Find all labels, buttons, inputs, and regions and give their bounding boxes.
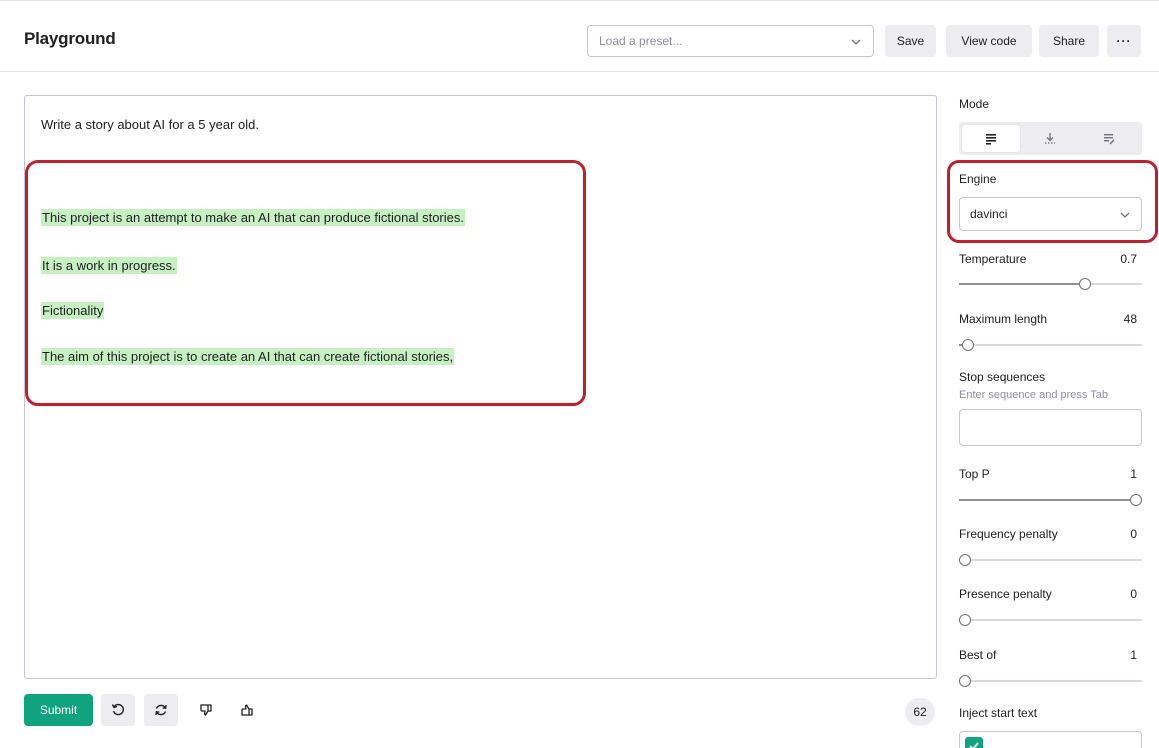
temperature-value: 0.7 — [1120, 252, 1137, 266]
slider-knob[interactable] — [959, 554, 971, 566]
max-length-label: Maximum length — [959, 312, 1048, 326]
top-p-label: Top P — [959, 467, 990, 481]
complete-mode-icon — [986, 133, 996, 145]
submit-button[interactable]: Submit — [24, 694, 93, 726]
checkmark-icon — [969, 742, 979, 748]
inject-start-text-label: Inject start text — [959, 706, 1038, 720]
slider-knob[interactable] — [959, 614, 971, 626]
temperature-label: Temperature — [959, 252, 1027, 266]
insert-mode-icon — [1045, 132, 1055, 144]
temperature-slider[interactable] — [959, 278, 1142, 290]
frequency-penalty-value: 0 — [1130, 527, 1137, 541]
engine-select[interactable]: davinci — [959, 197, 1142, 231]
top-p-value: 1 — [1130, 467, 1137, 481]
more-options-button[interactable]: ··· — [1107, 25, 1141, 57]
slider-knob[interactable] — [959, 675, 971, 687]
top-bar: Playground Load a preset... Save View co… — [0, 0, 1159, 72]
best-of-slider[interactable] — [959, 675, 1142, 687]
slider-knob[interactable] — [1130, 494, 1142, 506]
best-of-label: Best of — [959, 648, 997, 662]
presence-penalty-label: Presence penalty — [959, 587, 1052, 601]
undo-button[interactable] — [101, 694, 135, 726]
page-title: Playground — [24, 29, 116, 48]
max-length-value: 48 — [1123, 312, 1137, 326]
thumbs-up-icon — [241, 704, 253, 716]
regenerate-icon — [155, 704, 167, 716]
thumbs-up-button[interactable] — [230, 694, 264, 726]
inject-start-text-checkbox[interactable] — [965, 737, 983, 748]
stop-sequences-hint: Enter sequence and press Tab — [959, 389, 1109, 401]
max-length-slider[interactable] — [959, 339, 1142, 351]
view-code-button[interactable]: View code — [946, 25, 1032, 57]
completion-annotation-box — [25, 160, 586, 406]
frequency-penalty-slider[interactable] — [959, 554, 1142, 566]
thumbs-down-icon — [200, 704, 212, 716]
slider-knob[interactable] — [962, 339, 974, 351]
engine-value: davinci — [970, 207, 1008, 221]
mode-label: Mode — [959, 97, 990, 111]
presence-penalty-value: 0 — [1130, 587, 1137, 601]
slider-knob[interactable] — [1079, 278, 1091, 290]
engine-label: Engine — [959, 172, 997, 186]
mode-tab-complete[interactable] — [962, 125, 1020, 152]
share-button[interactable]: Share — [1039, 25, 1099, 57]
mode-tab-insert[interactable] — [1021, 125, 1079, 152]
best-of-value: 1 — [1130, 648, 1137, 662]
prompt-editor[interactable]: Write a story about AI for a 5 year old.… — [24, 95, 937, 679]
prompt-text: Write a story about AI for a 5 year old. — [41, 117, 259, 132]
stop-sequences-input[interactable] — [959, 409, 1142, 446]
preset-select[interactable]: Load a preset... — [587, 25, 874, 57]
thumbs-down-button[interactable] — [189, 694, 223, 726]
top-p-slider[interactable] — [959, 494, 1142, 506]
stop-sequences-label: Stop sequences — [959, 370, 1046, 384]
preset-placeholder: Load a preset... — [599, 34, 683, 48]
undo-icon — [111, 703, 124, 716]
regenerate-button[interactable] — [144, 694, 178, 726]
inject-start-text-field[interactable] — [959, 731, 1142, 748]
mode-tabs — [959, 122, 1142, 155]
save-button[interactable]: Save — [885, 25, 936, 57]
edit-mode-icon — [1104, 133, 1115, 144]
token-count-badge: 62 — [905, 698, 935, 726]
chevron-down-icon — [1120, 212, 1130, 218]
presence-penalty-slider[interactable] — [959, 614, 1142, 626]
frequency-penalty-label: Frequency penalty — [959, 527, 1058, 541]
mode-tab-edit[interactable] — [1080, 125, 1138, 152]
chevron-down-icon — [851, 39, 861, 45]
